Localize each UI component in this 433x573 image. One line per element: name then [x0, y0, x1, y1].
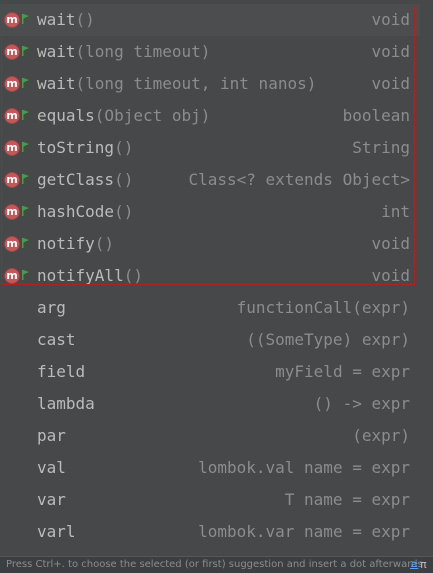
completion-item-hashcode[interactable]: hashCode() int — [0, 196, 420, 228]
method-icon — [4, 268, 20, 284]
template-expansion: myField = expr — [275, 362, 410, 381]
completion-item-type: boolean — [342, 106, 410, 125]
method-params: () — [114, 138, 134, 157]
method-name: wait — [37, 10, 76, 29]
template-name: val — [37, 458, 66, 477]
completion-item-type: Class<? extends Object> — [188, 170, 410, 189]
completion-item-type: int — [381, 202, 410, 221]
method-params: () — [75, 10, 95, 29]
method-icon — [4, 44, 20, 60]
completion-item-wait[interactable]: wait(long timeout) void — [0, 36, 420, 68]
template-name: var — [37, 490, 66, 509]
public-visibility-icon — [22, 174, 29, 184]
completion-item-name: wait() — [37, 4, 95, 36]
completion-item-name: wait(long timeout) — [37, 36, 210, 68]
method-params: (Object obj) — [94, 106, 211, 125]
public-visibility-icon — [22, 78, 29, 88]
method-params: () — [114, 202, 134, 221]
template-expansion: lombok.var name = expr — [198, 522, 410, 541]
method-name: hashCode — [37, 202, 115, 221]
completion-popup: wait()voidwait(long timeout)voidwait(lon… — [0, 0, 433, 573]
public-visibility-icon — [22, 46, 29, 56]
template-name: arg — [37, 298, 66, 317]
template-item-field[interactable]: field myField = expr — [0, 356, 420, 388]
template-name: par — [37, 426, 66, 445]
template-item-par[interactable]: par (expr) — [0, 420, 420, 452]
completion-item-name: getClass() — [37, 164, 133, 196]
pi-icon[interactable]: π — [420, 557, 427, 573]
method-icon — [4, 108, 20, 124]
method-icon — [4, 236, 20, 252]
method-name: getClass — [37, 170, 115, 189]
method-icon — [4, 76, 20, 92]
completion-list[interactable]: wait()voidwait(long timeout)voidwait(lon… — [0, 0, 433, 556]
completion-item-name: equals(Object obj) — [37, 100, 210, 132]
public-visibility-icon — [22, 142, 29, 152]
template-item-val[interactable]: val lombok.val name = expr — [0, 452, 420, 484]
completion-item-equals[interactable]: equals(Object obj) boolean — [0, 100, 420, 132]
completion-item-type: void — [371, 234, 410, 253]
template-expansion: functionCall(expr) — [236, 298, 410, 317]
template-expansion: () -> expr — [313, 394, 410, 413]
method-name: wait — [37, 42, 76, 61]
template-item-varl[interactable]: varl lombok.var name = expr — [0, 516, 420, 548]
public-visibility-icon — [22, 110, 29, 120]
completion-item-wait[interactable]: wait(long timeout, int nanos) void — [0, 68, 420, 100]
template-expansion: (expr) — [352, 426, 410, 445]
completion-item-name: hashCode() — [37, 196, 133, 228]
template-item-lambda[interactable]: lambda () -> expr — [0, 388, 420, 420]
completion-item-tostring[interactable]: toString() String — [0, 132, 420, 164]
method-params: (long timeout, int nanos) — [75, 74, 317, 93]
completion-item-type: void — [371, 266, 410, 285]
template-name: field — [37, 362, 86, 381]
completion-footer: Press Ctrl+. to choose the selected (or … — [0, 556, 433, 573]
completion-item-type: void — [371, 10, 410, 29]
template-expansion: T name = expr — [284, 490, 410, 509]
template-expansion: ((SomeType) expr) — [246, 330, 410, 349]
completion-item-name: notify() — [37, 228, 114, 260]
method-icon — [4, 140, 20, 156]
method-params: () — [123, 266, 143, 285]
completion-item-name: notifyAll() — [37, 260, 143, 292]
footer-link[interactable]: ≥ — [410, 557, 418, 573]
method-icon — [4, 204, 20, 220]
public-visibility-icon — [22, 270, 29, 280]
completion-item-name: toString() — [37, 132, 133, 164]
method-icon — [4, 172, 20, 188]
template-name: varl — [37, 522, 76, 541]
method-icon — [4, 12, 20, 28]
method-params: () — [114, 170, 134, 189]
method-name: notify — [37, 234, 95, 253]
template-expansion: lombok.val name = expr — [198, 458, 410, 477]
method-name: wait — [37, 74, 76, 93]
public-visibility-icon — [22, 14, 29, 24]
method-params: () — [94, 234, 115, 253]
completion-item-wait[interactable]: wait() void — [0, 4, 420, 36]
template-item-arg[interactable]: arg functionCall(expr) — [0, 292, 420, 324]
completion-item-type: void — [371, 42, 410, 61]
completion-item-name: wait(long timeout, int nanos) — [37, 68, 316, 100]
completion-item-type: void — [371, 74, 410, 93]
footer-hint: Press Ctrl+. to choose the selected (or … — [6, 559, 423, 570]
public-visibility-icon — [22, 206, 29, 216]
public-visibility-icon — [22, 238, 29, 248]
template-item-var[interactable]: var T name = expr — [0, 484, 420, 516]
completion-item-notifyall[interactable]: notifyAll() void — [0, 260, 420, 292]
completion-item-type: String — [352, 138, 410, 157]
template-name: lambda — [37, 394, 95, 413]
method-name: notifyAll — [37, 266, 124, 285]
method-name: equals — [37, 106, 95, 125]
completion-scrollbar[interactable] — [421, 0, 433, 556]
template-item-cast[interactable]: cast ((SomeType) expr) — [0, 324, 420, 356]
completion-item-notify[interactable]: notify() void — [0, 228, 420, 260]
method-params: (long timeout) — [75, 42, 211, 61]
template-name: cast — [37, 330, 76, 349]
method-name: toString — [37, 138, 115, 157]
completion-item-getclass[interactable]: getClass() Class<? extends Object> — [0, 164, 420, 196]
